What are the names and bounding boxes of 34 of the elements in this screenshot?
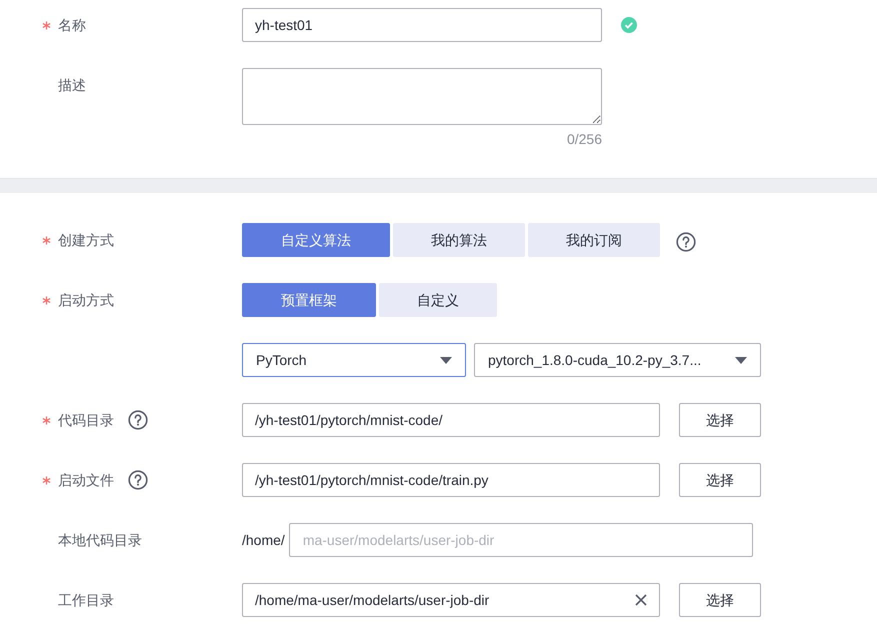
select-value: PyTorch (256, 350, 307, 370)
select-button[interactable]: 选择 (679, 463, 761, 497)
field-label: 本地代码目录 (58, 530, 142, 550)
clear-icon[interactable] (635, 594, 647, 606)
select-button[interactable]: 选择 (679, 583, 761, 617)
caret-icon (440, 356, 452, 364)
field-label: 创建方式 (58, 230, 114, 250)
field-label: 工作目录 (58, 590, 114, 610)
segment-tab[interactable]: 预置框架 (242, 283, 376, 317)
dropdown-select[interactable]: PyTorch (242, 343, 466, 377)
field-label: 启动文件 (58, 470, 114, 490)
field-label: 描述 (58, 76, 86, 94)
path-prefix: /home/ (242, 530, 285, 550)
help-icon[interactable] (128, 410, 148, 430)
character-counter: 0/256 (566, 130, 602, 149)
segment-tab[interactable]: 自定义 (379, 283, 497, 317)
help-icon[interactable] (676, 232, 696, 252)
caret-icon (735, 356, 747, 364)
dropdown-select[interactable]: pytorch_1.8.0-cuda_10.2-py_3.7... (474, 343, 761, 377)
description-field[interactable] (242, 68, 602, 125)
segment-tab[interactable]: 我的订阅 (528, 223, 660, 257)
name-field[interactable]: yh-test01 (242, 8, 602, 42)
local-directory-field[interactable]: ma-user/modelarts/user-job-dir (288, 523, 753, 557)
field-label: 名称 (58, 16, 86, 34)
help-icon[interactable] (128, 470, 148, 490)
path-field[interactable]: /yh-test01/pytorch/mnist-code/ (242, 403, 660, 437)
select-value: pytorch_1.8.0-cuda_10.2-py_3.7... (488, 350, 702, 370)
select-button[interactable]: 选择 (679, 403, 761, 437)
path-field[interactable]: /home/ma-user/modelarts/user-job-dir (242, 583, 660, 617)
field-label: 代码目录 (58, 410, 114, 430)
segment-tab[interactable]: 自定义算法 (242, 223, 390, 257)
path-field[interactable]: /yh-test01/pytorch/mnist-code/train.py (242, 463, 660, 497)
segment-tab[interactable]: 我的算法 (393, 223, 525, 257)
field-label: 启动方式 (58, 290, 114, 310)
